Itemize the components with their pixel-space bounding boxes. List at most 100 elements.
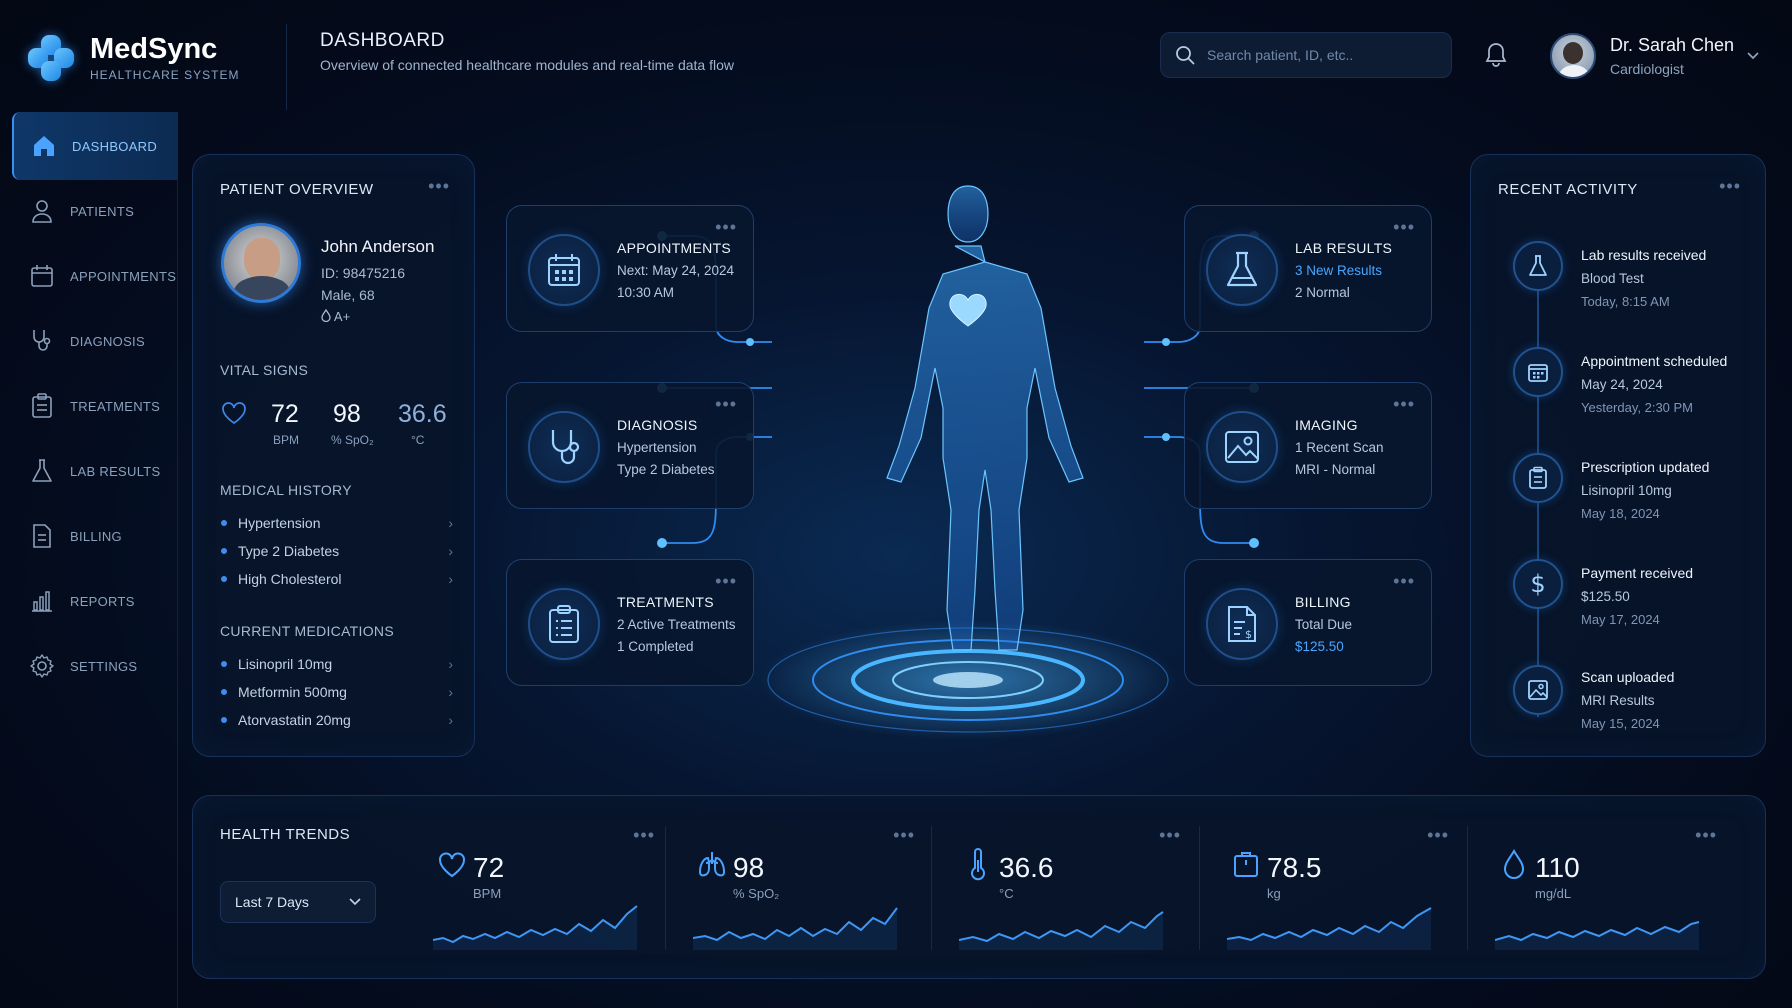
more-options-icon[interactable]: ••• xyxy=(715,218,737,236)
sidebar-item-diagnosis[interactable]: DIAGNOSIS xyxy=(12,307,178,375)
search-box[interactable] xyxy=(1160,32,1452,78)
sidebar-item-appointments[interactable]: APPOINTMENTS xyxy=(12,242,178,310)
sidebar-item-label: DIAGNOSIS xyxy=(70,333,145,349)
activity-detail: Blood Test xyxy=(1581,271,1644,286)
stethoscope-icon xyxy=(528,411,600,483)
more-options-icon[interactable]: ••• xyxy=(1393,395,1415,413)
home-icon xyxy=(30,132,58,160)
invoice-icon: $ xyxy=(1206,588,1278,660)
activity-detail: MRI Results xyxy=(1581,693,1655,708)
trend-heart-rate[interactable]: 72 BPM ••• xyxy=(433,826,685,950)
lab-results-card[interactable]: LAB RESULTS 3 New Results 2 Normal ••• xyxy=(1184,205,1432,332)
sidebar-item-label: TREATMENTS xyxy=(70,398,161,414)
metric-value: 72 xyxy=(473,852,505,883)
activity-time: Yesterday, 2:30 PM xyxy=(1581,400,1694,415)
medication-item[interactable]: Metformin 500mg › xyxy=(221,681,453,703)
patient-sex-age: Male, 68 xyxy=(321,287,375,303)
divider xyxy=(1467,826,1468,950)
sidebar-item-label: SETTINGS xyxy=(70,658,138,674)
more-options-icon[interactable]: ••• xyxy=(715,572,737,590)
user-profile-menu[interactable]: Dr. Sarah Chen Cardiologist xyxy=(1550,28,1760,84)
heart-icon xyxy=(222,402,246,425)
activity-detail: Lisinopril 10mg xyxy=(1581,483,1672,498)
sidebar-item-dashboard[interactable]: DASHBOARD xyxy=(12,112,178,180)
date-range-select[interactable]: Last 7 Days xyxy=(220,881,376,923)
vital-signs-title: VITAL SIGNS xyxy=(220,362,309,378)
chevron-down-icon xyxy=(349,898,361,906)
sidebar-item-label: LAB RESULTS xyxy=(70,463,161,479)
more-options-icon[interactable]: ••• xyxy=(428,177,450,195)
brand-subtitle: HEALTHCARE SYSTEM xyxy=(90,68,240,82)
search-icon xyxy=(1176,46,1195,65)
activity-title: Appointment scheduled xyxy=(1581,353,1728,369)
appointments-card[interactable]: APPOINTMENTS Next: May 24, 2024 10:30 AM… xyxy=(506,205,754,332)
sidebar-item-billing[interactable]: BILLING xyxy=(12,502,178,570)
vital-heart-rate-unit: BPM xyxy=(273,433,300,447)
vital-spo2-value: 98 xyxy=(333,400,361,428)
activity-time: May 17, 2024 xyxy=(1581,612,1660,627)
trend-temperature[interactable]: 36.6 °C ••• xyxy=(959,826,1211,950)
activity-title: Prescription updated xyxy=(1581,459,1710,475)
sidebar-item-reports[interactable]: REPORTS xyxy=(12,567,178,635)
metric-value: 36.6 xyxy=(999,852,1054,883)
trend-spo2[interactable]: 98 % SpO₂ ••• xyxy=(693,826,945,950)
chevron-down-icon[interactable] xyxy=(1746,51,1760,61)
trend-glucose[interactable]: 110 mg/dL ••• xyxy=(1495,826,1747,950)
more-options-icon[interactable]: ••• xyxy=(1695,826,1717,844)
page-title: DASHBOARD xyxy=(320,30,445,51)
imaging-card[interactable]: IMAGING 1 Recent Scan MRI - Normal ••• xyxy=(1184,382,1432,509)
scale-icon xyxy=(1234,852,1258,877)
blood-drop-icon xyxy=(321,308,331,323)
search-input[interactable] xyxy=(1207,47,1437,63)
sparkline xyxy=(433,905,638,950)
notification-bell-icon[interactable] xyxy=(1480,38,1512,72)
brand[interactable]: MedSync HEALTHCARE SYSTEM xyxy=(28,28,288,88)
flask-icon xyxy=(1206,234,1278,306)
lungs-icon xyxy=(698,852,726,877)
more-options-icon[interactable]: ••• xyxy=(893,826,915,844)
calendar-icon xyxy=(528,234,600,306)
sidebar-item-label: DASHBOARD xyxy=(72,138,158,154)
patient-name: John Anderson xyxy=(321,237,435,256)
metric-value: 110 xyxy=(1535,852,1580,883)
treatments-card[interactable]: TREATMENTS 2 Active Treatments 1 Complet… xyxy=(506,559,754,686)
chevron-right-icon: › xyxy=(448,656,453,672)
sidebar-item-treatments[interactable]: TREATMENTS xyxy=(12,372,178,440)
more-options-icon[interactable]: ••• xyxy=(1393,572,1415,590)
more-options-icon[interactable]: ••• xyxy=(633,826,655,844)
trend-weight[interactable]: 78.5 kg ••• xyxy=(1227,826,1479,950)
health-trends-panel: HEALTH TRENDS Last 7 Days 72 BPM ••• 98 … xyxy=(192,795,1766,979)
more-options-icon[interactable]: ••• xyxy=(1719,177,1741,195)
sparkline xyxy=(1227,907,1432,950)
card-title: LAB RESULTS xyxy=(1295,240,1393,256)
medication-item[interactable]: Lisinopril 10mg › xyxy=(221,653,453,675)
history-item[interactable]: Type 2 Diabetes › xyxy=(221,540,453,562)
activity-title: Lab results received xyxy=(1581,247,1707,263)
history-item[interactable]: High Cholesterol › xyxy=(221,568,453,590)
card-line: Type 2 Diabetes xyxy=(617,462,715,477)
image-icon xyxy=(1206,411,1278,483)
vital-spo2-unit: % SpO₂ xyxy=(331,433,374,447)
more-options-icon[interactable]: ••• xyxy=(1159,826,1181,844)
activity-time: May 18, 2024 xyxy=(1581,506,1660,521)
sidebar-item-settings[interactable]: SETTINGS xyxy=(12,632,178,700)
billing-card[interactable]: $ BILLING Total Due $125.50 ••• xyxy=(1184,559,1432,686)
more-options-icon[interactable]: ••• xyxy=(1427,826,1449,844)
diagnosis-card[interactable]: DIAGNOSIS Hypertension Type 2 Diabetes •… xyxy=(506,382,754,509)
vital-temperature-value: 36.6 xyxy=(398,400,447,428)
flask-icon xyxy=(1513,241,1563,291)
history-item[interactable]: Hypertension › xyxy=(221,512,453,534)
medication-item[interactable]: Atorvastatin 20mg › xyxy=(221,709,453,731)
divider xyxy=(1199,826,1200,950)
medical-history-title: MEDICAL HISTORY xyxy=(220,482,352,498)
more-options-icon[interactable]: ••• xyxy=(715,395,737,413)
card-title: BILLING xyxy=(1295,594,1351,610)
svg-text:$: $ xyxy=(1245,628,1252,641)
sidebar-item-patients[interactable]: PATIENTS xyxy=(12,177,178,245)
card-line: Hypertension xyxy=(617,440,697,455)
sidebar-item-label: APPOINTMENTS xyxy=(70,268,177,284)
clipboard-icon xyxy=(28,392,56,420)
sidebar-item-lab-results[interactable]: LAB RESULTS xyxy=(12,437,178,505)
more-options-icon[interactable]: ••• xyxy=(1393,218,1415,236)
heart-icon xyxy=(439,852,465,878)
